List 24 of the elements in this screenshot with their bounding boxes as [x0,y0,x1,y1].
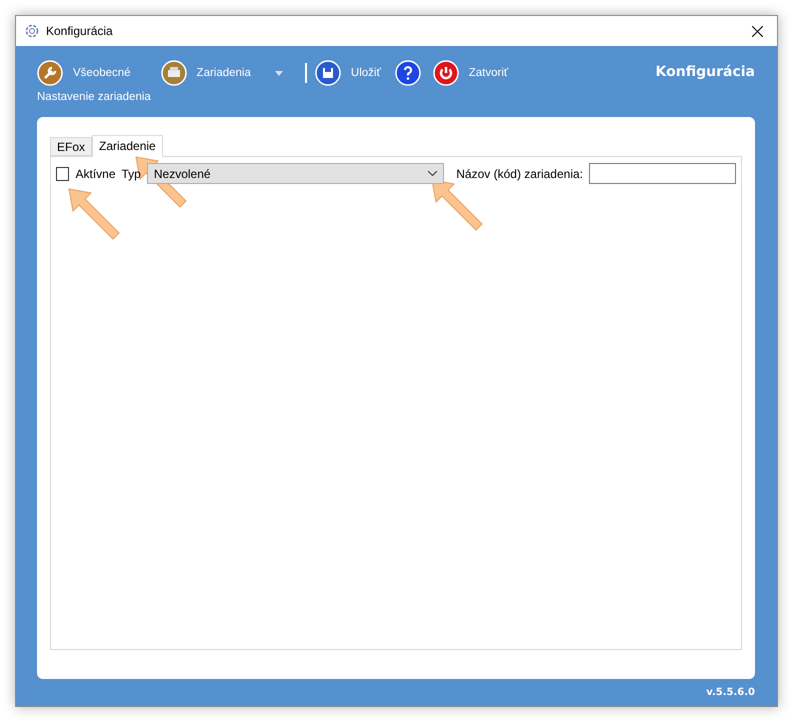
help-button[interactable] [394,60,421,86]
toolbar-button[interactable]: Uložiť [314,60,381,86]
subtitle: Nastavenie zariadenia [37,91,151,103]
wrench-icon [37,60,63,86]
toolbar-button[interactable]: Všeobecné [37,60,131,86]
checkbox-label: Aktívne [75,166,116,180]
checkbox[interactable] [56,166,70,180]
help-icon [394,60,421,86]
name-label: Názov (kód) zariadenia: [456,166,583,180]
power-icon [432,60,459,86]
type-dropdown[interactable]: Nezvolené [146,163,444,184]
printer-icon [160,60,187,86]
toolbar-button[interactable]: Zariadenia [160,60,283,86]
toolbar-button[interactable]: Zatvoriť [432,60,508,86]
window-title: Konfigurácia [46,24,114,38]
close-icon [752,26,762,36]
header-title: Konfigurácia [656,64,755,80]
floppy-disk-icon [314,60,341,86]
name-input[interactable] [589,163,736,184]
tab[interactable]: EFox [50,137,92,156]
tab[interactable]: Zariadenie [92,135,163,157]
version-label: v.5.5.6.0 [706,687,755,698]
chevron-down-icon [428,171,438,176]
gear-icon [24,23,40,39]
